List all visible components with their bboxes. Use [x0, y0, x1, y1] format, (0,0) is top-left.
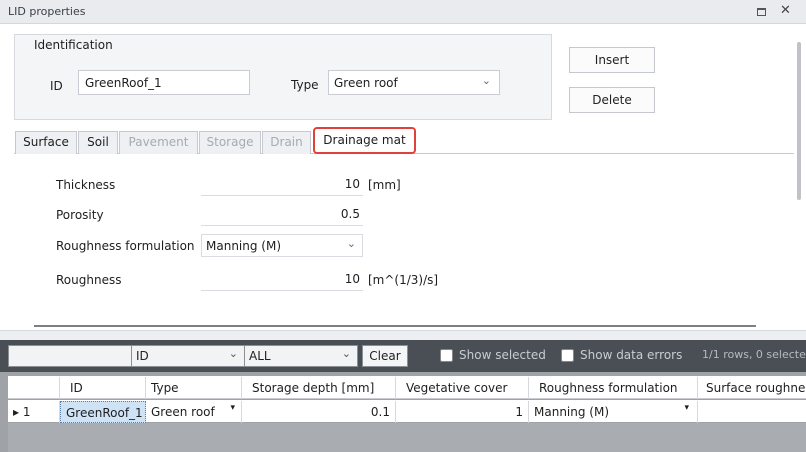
window-title: LID properties	[8, 5, 86, 18]
tab-pavement[interactable]: Pavement	[119, 131, 198, 154]
cell-surface-roughness[interactable]	[698, 401, 806, 423]
identification-legend: Identification	[34, 38, 113, 52]
insert-button[interactable]: Insert	[569, 47, 655, 73]
vertical-scrollbar[interactable]	[797, 42, 801, 200]
grid-header-roughness-formulation[interactable]: Roughness formulation	[529, 377, 698, 399]
thickness-field[interactable]: 10	[201, 173, 363, 196]
row-pointer-icon: ▸	[13, 405, 20, 419]
rows-info: 1/1 rows, 0 selecte	[702, 348, 806, 361]
grid-header-id[interactable]: ID	[60, 377, 146, 399]
porosity-field[interactable]: 0.5	[201, 203, 363, 226]
show-data-errors-checkbox[interactable]	[561, 349, 574, 362]
chevron-down-icon: ⌄	[228, 347, 238, 360]
grid-header-vegetative-cover[interactable]: Vegetative cover	[396, 377, 529, 399]
tab-soil[interactable]: Soil	[78, 131, 118, 154]
show-data-errors-label: Show data errors	[580, 348, 683, 362]
roughness-label: Roughness	[56, 273, 122, 287]
chevron-down-icon: ⌄	[341, 347, 351, 360]
filter-column-value: ID	[136, 349, 149, 363]
tab-drainage-mat[interactable]: Drainage mat	[313, 127, 416, 154]
restore-icon[interactable]	[757, 8, 766, 16]
horizontal-scrollbar[interactable]	[34, 325, 756, 327]
grid-header-type[interactable]: Type	[146, 377, 242, 399]
thickness-label: Thickness	[56, 178, 116, 192]
roughness-formulation-value: Manning (M)	[206, 239, 282, 253]
chevron-down-icon: ⌄	[346, 237, 356, 250]
title-bar	[0, 0, 806, 24]
roughness-formulation-label: Roughness formulation	[56, 239, 195, 253]
cell-roughness-formulation[interactable]: Manning (M) ▾	[529, 401, 698, 423]
filter-text-input[interactable]	[8, 345, 132, 367]
grid-header-storage-depth[interactable]: Storage depth [mm]	[242, 377, 396, 399]
roughness-formulation-select[interactable]: Manning (M) ⌄	[201, 234, 363, 257]
show-selected-label: Show selected	[459, 348, 546, 362]
grid-empty-area	[8, 423, 806, 452]
close-icon[interactable]: ✕	[780, 3, 791, 18]
chevron-down-icon: ⌄	[481, 74, 491, 87]
type-label: Type	[291, 78, 319, 92]
delete-button[interactable]: Delete	[569, 87, 655, 113]
cell-type-value: Green roof	[151, 405, 215, 419]
grid-header-surface-roughness[interactable]: Surface roughnes	[698, 377, 806, 399]
row-marker[interactable]: ▸ 1	[8, 401, 60, 423]
cell-storage-depth[interactable]: 0.1	[242, 401, 396, 423]
show-selected-checkbox[interactable]	[440, 349, 453, 362]
dropdown-arrow-icon: ▾	[230, 403, 235, 413]
porosity-label: Porosity	[56, 208, 104, 222]
dropdown-arrow-icon: ▾	[684, 403, 689, 413]
filter-column-select[interactable]: ID ⌄	[131, 345, 245, 367]
filter-value-select[interactable]: ALL ⌄	[244, 345, 358, 367]
cell-id[interactable]: GreenRoof_1	[60, 401, 146, 423]
tab-surface[interactable]: Surface	[15, 131, 77, 154]
panel-splitter[interactable]	[0, 330, 806, 340]
type-select[interactable]: Green roof ⌄	[328, 70, 500, 95]
tab-drain[interactable]: Drain	[262, 131, 311, 154]
tab-storage[interactable]: Storage	[199, 131, 261, 154]
grid-header-marker	[8, 377, 60, 399]
id-input[interactable]: GreenRoof_1	[78, 70, 250, 95]
type-select-value: Green roof	[334, 76, 398, 90]
roughness-unit: [m^(1/3)/s]	[368, 273, 439, 287]
clear-button[interactable]: Clear	[362, 345, 408, 367]
row-number: 1	[22, 405, 31, 419]
id-label: ID	[50, 79, 63, 93]
cell-vegetative-cover[interactable]: 1	[396, 401, 529, 423]
roughness-field[interactable]: 10	[201, 268, 363, 291]
thickness-unit: [mm]	[368, 178, 401, 192]
filter-value-value: ALL	[249, 349, 271, 363]
cell-roughness-formulation-value: Manning (M)	[534, 405, 610, 419]
cell-type[interactable]: Green roof ▾	[146, 401, 242, 423]
